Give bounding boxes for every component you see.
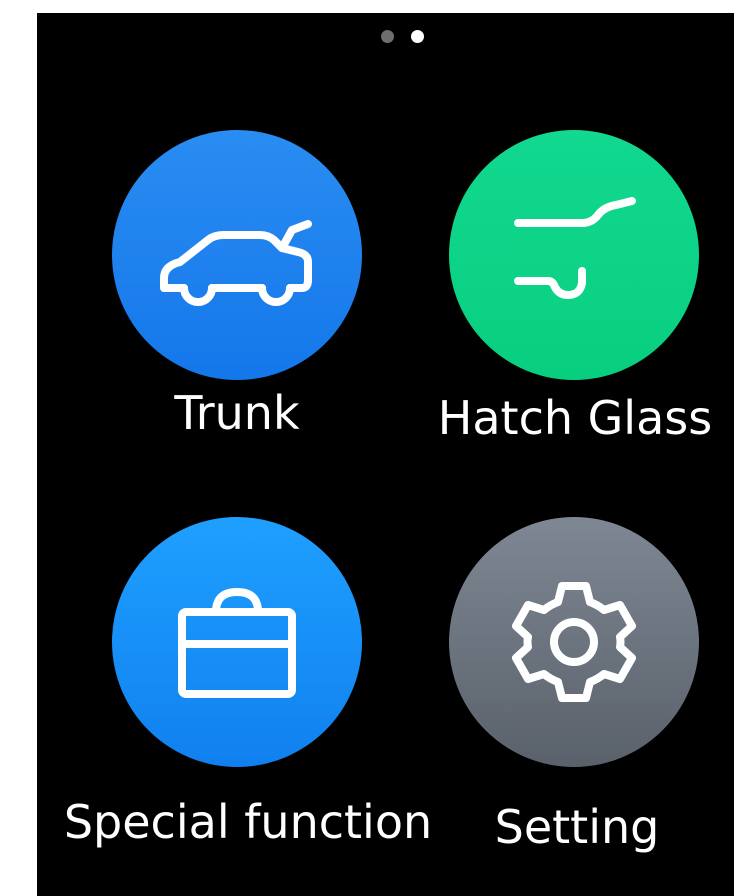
page-indicator — [381, 30, 424, 44]
setting-label: Setting — [494, 800, 660, 854]
trunk-button[interactable] — [112, 130, 362, 380]
trunk-label: Trunk — [174, 386, 300, 440]
watch-screen: Trunk Hatch Glass Special function Setti… — [37, 13, 734, 896]
car-trunk-icon — [152, 200, 322, 310]
page-dot-2-active[interactable] — [411, 30, 424, 43]
setting-button[interactable] — [449, 517, 699, 767]
hatch-glass-button[interactable] — [449, 130, 699, 380]
hatch-glass-label: Hatch Glass — [437, 391, 713, 445]
special-function-button[interactable] — [112, 517, 362, 767]
page-dot-1[interactable] — [381, 30, 394, 43]
special-function-label: Special function — [63, 795, 433, 849]
hatch-glass-icon — [504, 195, 644, 315]
gear-icon — [504, 572, 644, 712]
briefcase-icon — [172, 582, 302, 702]
